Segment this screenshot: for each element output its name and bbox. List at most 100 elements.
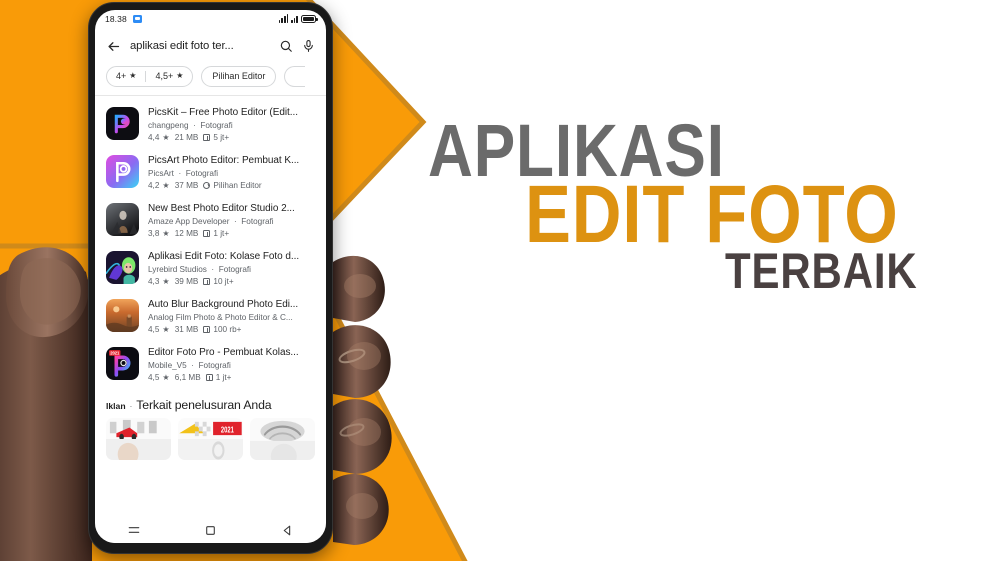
app-stats: 4,3 ★ 39 MB 10 jt+ bbox=[148, 276, 315, 287]
app-size: 12 MB bbox=[174, 228, 199, 238]
ad-thumb-racing-1[interactable] bbox=[106, 418, 171, 460]
app-developer: PicsArt · Fotografi bbox=[148, 169, 219, 178]
finger-4-highlight bbox=[346, 493, 378, 519]
signal-bars-icon bbox=[278, 14, 289, 23]
phone-screen: 18.38 aplikasi edit foto ter... 4+ ★ 4,5… bbox=[95, 10, 326, 543]
ad-badge: Iklan bbox=[106, 401, 126, 411]
chip-editors-choice[interactable]: Pilihan Editor bbox=[201, 65, 277, 87]
app-stats: 4,5 ★ 31 MB 100 rb+ bbox=[148, 324, 315, 335]
app-installs: 5 jt+ bbox=[213, 132, 230, 142]
app-size: 37 MB bbox=[174, 180, 199, 190]
app-developer: Analog Film Photo & Photo Editor & C... bbox=[148, 313, 293, 322]
star-icon: ★ bbox=[129, 71, 137, 80]
chip-rating-group[interactable]: 4+ ★ 4,5+ ★ bbox=[106, 65, 194, 87]
app-meta: PicsArt Photo Editor: Pembuat K... PicsA… bbox=[148, 155, 315, 190]
ad-thumbnail-row[interactable]: 2021 bbox=[95, 416, 326, 460]
chip-editors-choice-label: Pilihan Editor bbox=[212, 71, 266, 81]
picskit-icon bbox=[106, 107, 139, 140]
phone-device: 18.38 aplikasi edit foto ter... 4+ ★ 4,5… bbox=[88, 2, 333, 554]
search-bar[interactable]: aplikasi edit foto ter... bbox=[95, 27, 326, 65]
app-size: 39 MB bbox=[174, 276, 199, 286]
table-row[interactable]: Aplikasi Edit Foto: Kolase Foto d... Lyr… bbox=[95, 245, 326, 293]
headline-line-2: EDIT FOTO bbox=[525, 169, 899, 261]
status-time: 18.38 bbox=[105, 13, 127, 24]
back-triangle-icon[interactable] bbox=[281, 524, 294, 537]
signal-bars-icon-secondary bbox=[291, 14, 298, 23]
chip-rating-45plus[interactable]: 4,5+ ★ bbox=[146, 67, 192, 86]
app-title: Auto Blur Background Photo Edi... bbox=[148, 299, 299, 310]
app-rating: 4,5 bbox=[148, 372, 160, 382]
app-title: Editor Foto Pro - Pembuat Kolas... bbox=[148, 347, 299, 358]
table-row[interactable]: PicsArt Photo Editor: Pembuat K... PicsA… bbox=[95, 149, 326, 197]
search-icon[interactable] bbox=[279, 39, 293, 53]
star-icon-2: ★ bbox=[176, 71, 184, 80]
ads-section-title: Terkait penelusuran Anda bbox=[136, 398, 272, 412]
picsart-icon bbox=[106, 155, 139, 188]
app-size: 6,1 MB bbox=[174, 372, 201, 382]
app-developer: Mobile_V5 · Fotografi bbox=[148, 361, 231, 370]
home-square-icon[interactable] bbox=[204, 524, 217, 537]
poster-headline: APLIKASI EDIT FOTO TERBAIK bbox=[420, 113, 980, 300]
chip-rating-45plus-label: 4,5+ bbox=[155, 71, 174, 81]
app-installs: 10 jt+ bbox=[213, 276, 234, 286]
photo-editor-studio-icon bbox=[106, 203, 139, 236]
install-icon bbox=[203, 230, 211, 237]
ad-thumb-racing-2021[interactable]: 2021 bbox=[178, 418, 243, 460]
app-size: 31 MB bbox=[174, 324, 199, 334]
app-stats: 4,2 ★ 37 MB Pilihan Editor bbox=[148, 180, 315, 191]
battery-icon bbox=[301, 14, 318, 23]
app-installs: 100 rb+ bbox=[213, 324, 242, 334]
editor-foto-pro-icon: 2021 bbox=[106, 347, 139, 380]
app-rating: 3,8 bbox=[148, 228, 160, 238]
finger-1-highlight bbox=[344, 274, 376, 298]
app-rating: 4,4 bbox=[148, 132, 160, 142]
android-navigation-bar[interactable] bbox=[95, 517, 326, 543]
finger-3-highlight bbox=[347, 418, 381, 446]
star-icon: ★ bbox=[162, 229, 170, 238]
app-title: PicsKit – Free Photo Editor (Edit... bbox=[148, 107, 298, 118]
app-title: Aplikasi Edit Foto: Kolase Foto d... bbox=[148, 251, 300, 262]
table-row[interactable]: 2021 Editor Foto Pro - Pembuat Kolas... … bbox=[95, 341, 326, 389]
svg-text:2021: 2021 bbox=[221, 424, 234, 435]
app-rating: 4,5 bbox=[148, 324, 160, 334]
microphone-icon[interactable] bbox=[302, 39, 315, 53]
auto-blur-icon bbox=[106, 299, 139, 332]
star-icon: ★ bbox=[162, 181, 170, 190]
search-input[interactable]: aplikasi edit foto ter... bbox=[130, 40, 270, 52]
star-icon: ★ bbox=[162, 133, 170, 142]
svg-text:2021: 2021 bbox=[110, 351, 120, 356]
app-rating: 4,3 bbox=[148, 276, 160, 286]
table-row[interactable]: New Best Photo Editor Studio 2... Amaze … bbox=[95, 197, 326, 245]
install-icon bbox=[203, 326, 211, 333]
status-badge: Pilihan Editor bbox=[213, 180, 262, 190]
app-developer: changpeng · Fotografi bbox=[148, 121, 233, 130]
table-row[interactable]: Auto Blur Background Photo Edi... Analog… bbox=[95, 293, 326, 341]
chip-rating-4plus[interactable]: 4+ ★ bbox=[107, 67, 145, 86]
back-arrow-icon[interactable] bbox=[106, 39, 121, 54]
app-developer: Lyrebird Studios · Fotografi bbox=[148, 265, 251, 274]
menu-icon[interactable] bbox=[127, 523, 141, 537]
install-icon bbox=[203, 134, 211, 141]
finger-2-highlight bbox=[347, 342, 381, 370]
app-meta: Editor Foto Pro - Pembuat Kolas... Mobil… bbox=[148, 347, 315, 382]
app-meta: New Best Photo Editor Studio 2... Amaze … bbox=[148, 203, 315, 238]
filter-chip-row[interactable]: 4+ ★ 4,5+ ★ Pilihan Editor bbox=[95, 65, 326, 95]
app-stats: 4,4 ★ 21 MB 5 jt+ bbox=[148, 132, 315, 143]
chip-overflow-partial[interactable] bbox=[284, 65, 306, 87]
app-meta: PicsKit – Free Photo Editor (Edit... cha… bbox=[148, 107, 315, 142]
app-stats: 3,8 ★ 12 MB 1 jt+ bbox=[148, 228, 315, 239]
message-icon bbox=[132, 14, 142, 23]
app-size: 21 MB bbox=[174, 132, 199, 142]
status-bar: 18.38 bbox=[95, 10, 326, 27]
table-row[interactable]: PicsKit – Free Photo Editor (Edit... cha… bbox=[95, 101, 326, 149]
ad-thumb-sketch[interactable] bbox=[250, 418, 315, 460]
app-title: PicsArt Photo Editor: Pembuat K... bbox=[148, 155, 300, 166]
app-stats: 4,5 ★ 6,1 MB 1 jt+ bbox=[148, 372, 315, 383]
ads-header: Iklan · Terkait penelusuran Anda bbox=[95, 389, 326, 416]
headline-line-3: TERBAIK bbox=[725, 243, 918, 300]
status-right-group bbox=[278, 14, 318, 23]
star-icon: ★ bbox=[162, 373, 170, 382]
app-developer: Amaze App Developer · Fotografi bbox=[148, 217, 274, 226]
app-installs: 1 jt+ bbox=[213, 228, 230, 238]
app-installs: 1 jt+ bbox=[215, 372, 232, 382]
